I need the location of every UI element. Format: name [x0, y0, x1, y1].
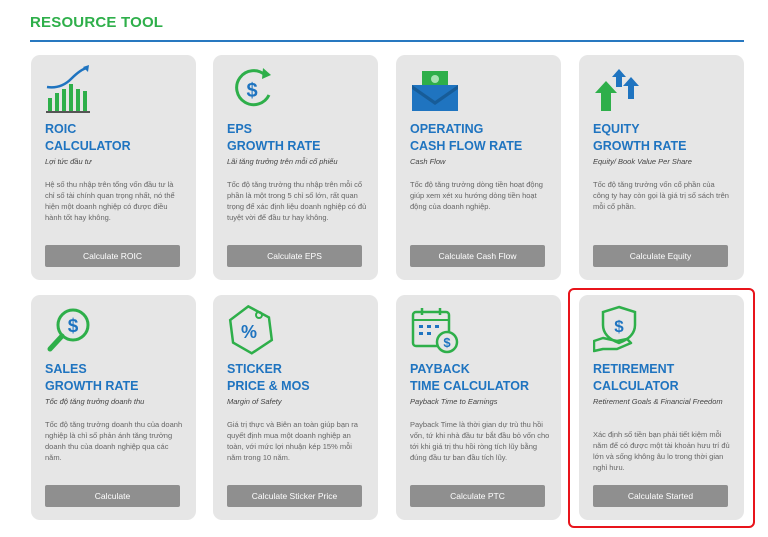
card-description: Hệ số thu nhập trên tổng vốn đầu tư là c…: [45, 180, 175, 222]
calculate-sticker-price-button[interactable]: Calculate Sticker Price: [227, 485, 362, 507]
percent-tag-icon: %: [227, 304, 277, 355]
card-subtitle: Lợi tức đầu tư: [45, 157, 92, 166]
card-description: Payback Time là thời gian dự trù thu hồi…: [410, 420, 550, 462]
card-description: Giá trị thực và Biên an toàn giúp bạn ra…: [227, 420, 358, 462]
card-subtitle: Cash Flow: [410, 157, 446, 166]
card-title: STICKER PRICE & MOS: [227, 362, 310, 393]
card-description: Tốc độ tăng trưởng dòng tiền hoạt động g…: [410, 180, 543, 211]
card-description: Tốc độ tăng trưởng thu nhập trên mỗi cổ …: [227, 180, 367, 222]
card-title: ROIC CALCULATOR: [45, 122, 131, 153]
calendar-dollar-icon: $: [410, 305, 460, 355]
card-sales: $ SALES GROWTH RATE Tốc độ tăng trưởng d…: [31, 295, 196, 520]
card-subtitle: Equity/ Book Value Per Share: [593, 157, 692, 166]
calculate-roic-button[interactable]: Calculate ROIC: [45, 245, 180, 267]
svg-text:$: $: [443, 335, 451, 350]
card-subtitle: Margin of Safety: [227, 397, 282, 406]
calculate-cash-flow-button[interactable]: Calculate Cash Flow: [410, 245, 545, 267]
arrows-up-icon: [593, 65, 643, 115]
svg-text:$: $: [246, 80, 257, 102]
card-title: PAYBACK TIME CALCULATOR: [410, 362, 529, 393]
svg-text:$: $: [68, 316, 79, 337]
card-equity: EQUITY GROWTH RATE Equity/ Book Value Pe…: [579, 55, 744, 280]
header-divider: [30, 40, 744, 42]
card-description: Tốc độ tăng trưởng vốn cổ phần của công …: [593, 180, 729, 211]
calculate-ptc-button[interactable]: Calculate PTC: [410, 485, 545, 507]
card-roic: ROIC CALCULATOR Lợi tức đầu tư Hệ số thu…: [31, 55, 196, 280]
card-subtitle: Payback Time to Earnings: [410, 397, 498, 406]
card-title: EQUITY GROWTH RATE: [593, 122, 687, 153]
dollar-magnifier-icon: $: [45, 305, 95, 355]
retirement-highlight-frame: [568, 288, 755, 528]
card-operating-cash-flow: OPERATING CASH FLOW RATE Cash Flow Tốc đ…: [396, 55, 561, 280]
card-title: OPERATING CASH FLOW RATE: [410, 122, 523, 153]
growth-chart-icon: [45, 65, 95, 115]
card-title: SALES GROWTH RATE: [45, 362, 139, 393]
calculate-equity-button[interactable]: Calculate Equity: [593, 245, 728, 267]
dollar-cycle-icon: $: [227, 65, 277, 115]
card-subtitle: Lãi tăng trưởng trên mỗi cổ phiếu: [227, 157, 338, 166]
svg-text:%: %: [241, 322, 257, 342]
card-eps: $ EPS GROWTH RATE Lãi tăng trưởng trên m…: [213, 55, 378, 280]
card-subtitle: Tốc độ tăng trưởng doanh thu: [45, 397, 145, 406]
calculate-eps-button[interactable]: Calculate EPS: [227, 245, 362, 267]
card-description: Tốc độ tăng trưởng doanh thu của doanh n…: [45, 420, 183, 462]
calculate-sales-button[interactable]: Calculate: [45, 485, 180, 507]
cash-envelope-icon: [410, 65, 460, 115]
resource-tool-header: RESOURCE TOOL: [30, 14, 744, 42]
section-title: RESOURCE TOOL: [30, 14, 164, 31]
card-sticker-price: % STICKER PRICE & MOS Margin of Safety G…: [213, 295, 378, 520]
card-payback-time: $ PAYBACK TIME CALCULATOR Payback Time t…: [396, 295, 561, 520]
card-title: EPS GROWTH RATE: [227, 122, 321, 153]
